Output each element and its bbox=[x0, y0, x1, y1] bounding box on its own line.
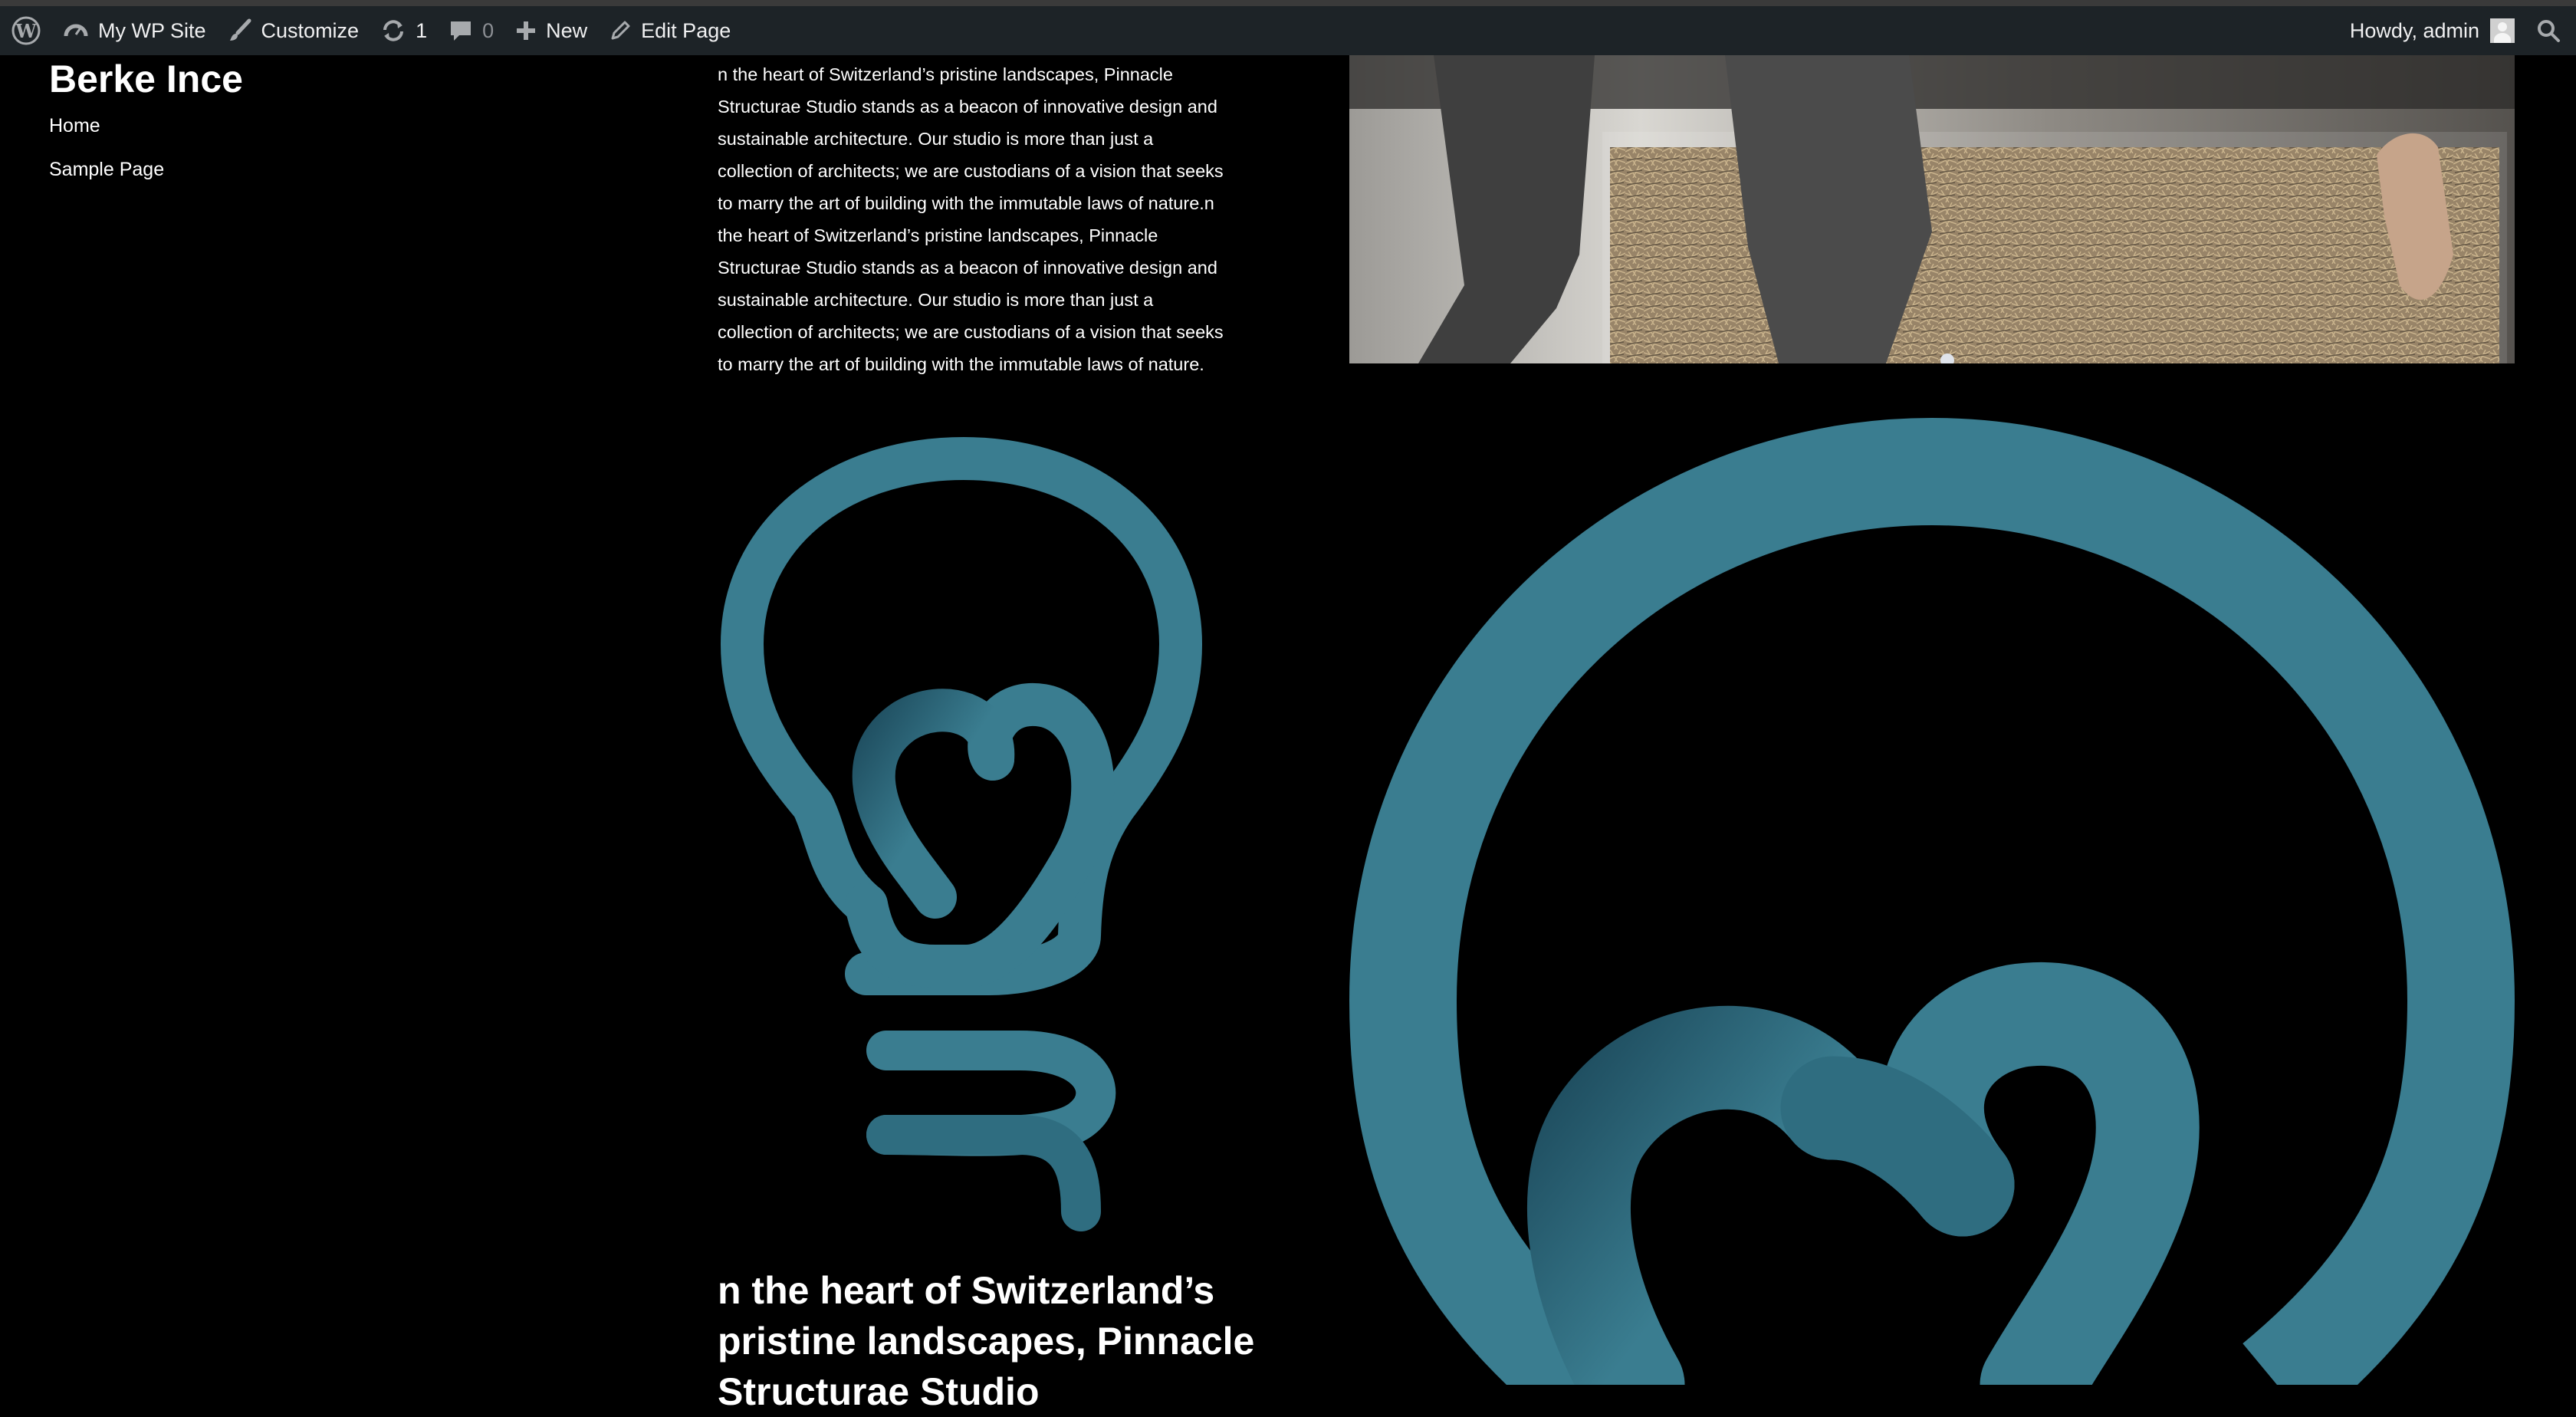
new-label: New bbox=[546, 18, 588, 42]
nav-item-sample-page[interactable]: Sample Page bbox=[49, 159, 164, 181]
svg-text:W: W bbox=[15, 20, 38, 42]
edit-page-label: Edit Page bbox=[641, 18, 731, 42]
dashboard-icon bbox=[64, 24, 88, 37]
browser-top-edge bbox=[0, 0, 2576, 6]
customize-link[interactable]: Customize bbox=[217, 6, 370, 55]
refresh-icon bbox=[383, 20, 404, 41]
comments-count: 0 bbox=[482, 18, 495, 42]
site-name-menu[interactable]: My WP Site bbox=[52, 6, 217, 55]
section-heading: n the heart of Switzerland’s pristine la… bbox=[718, 1269, 1255, 1413]
hero-photo bbox=[1349, 55, 2515, 363]
wordpress-icon: W bbox=[12, 16, 41, 45]
search-button[interactable] bbox=[2525, 6, 2576, 55]
brush-icon bbox=[229, 18, 251, 41]
updates-count: 1 bbox=[416, 18, 428, 42]
admin-bar: W My WP Site Customize 1 0 New Edit Page… bbox=[0, 6, 2576, 55]
my-account-menu[interactable]: Howdy, admin bbox=[2339, 6, 2525, 55]
body-paragraph: n the heart of Switzerland’s pristine la… bbox=[718, 64, 1224, 374]
greeting-label: Howdy, admin bbox=[2349, 18, 2479, 42]
edit-page-link[interactable]: Edit Page bbox=[598, 6, 741, 55]
new-content-menu[interactable]: New bbox=[504, 6, 598, 55]
site-name-label: My WP Site bbox=[98, 18, 206, 42]
comments-link[interactable]: 0 bbox=[438, 6, 504, 55]
avatar bbox=[2490, 18, 2515, 43]
bulb-heart-logo bbox=[713, 437, 1219, 1235]
site-title[interactable]: Berke Ince bbox=[49, 57, 243, 101]
nav-item-home[interactable]: Home bbox=[49, 115, 164, 137]
bulb-heart-logo-large bbox=[1342, 418, 2522, 1385]
search-icon bbox=[2538, 20, 2560, 42]
wp-logo-menu[interactable]: W bbox=[0, 6, 52, 55]
comment-icon bbox=[451, 21, 472, 41]
primary-navigation: Home Sample Page bbox=[49, 115, 164, 202]
pencil-icon bbox=[611, 21, 630, 40]
plus-icon bbox=[517, 21, 536, 40]
customize-label: Customize bbox=[261, 18, 360, 42]
updates-link[interactable]: 1 bbox=[370, 6, 438, 55]
